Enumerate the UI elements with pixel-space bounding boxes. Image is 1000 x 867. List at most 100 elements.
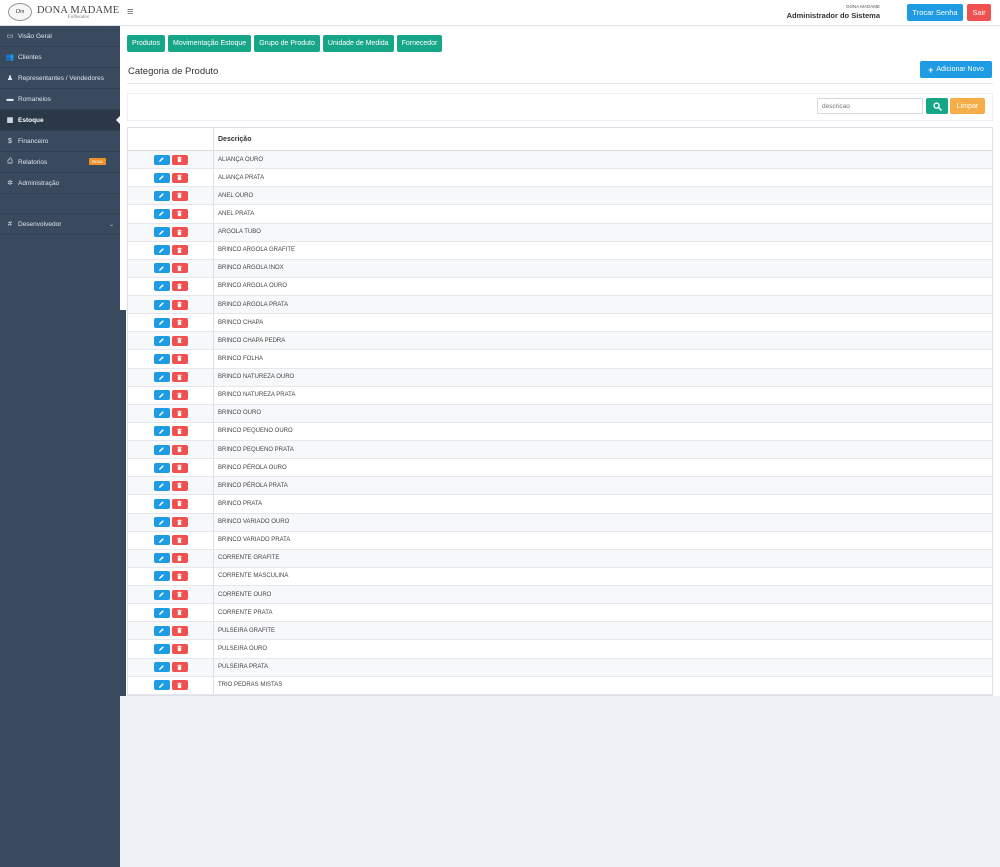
delete-button[interactable] [171, 317, 188, 328]
trash-icon [177, 573, 182, 580]
edit-button[interactable] [153, 607, 170, 618]
delete-button[interactable] [171, 517, 188, 528]
row-actions [128, 459, 214, 477]
delete-button[interactable] [171, 372, 188, 383]
description-column-header[interactable]: Descrição [214, 128, 992, 150]
edit-button[interactable] [153, 444, 170, 455]
edit-button[interactable] [153, 535, 170, 546]
sidebar-item-estoque[interactable]: ▦ Estoque [0, 110, 120, 131]
edit-button[interactable] [153, 172, 170, 183]
edit-button[interactable] [153, 299, 170, 310]
delete-button[interactable] [171, 208, 188, 219]
table-row: ALIANÇA OURO [128, 151, 992, 170]
edit-button[interactable] [153, 390, 170, 401]
edit-button[interactable] [153, 372, 170, 383]
edit-button[interactable] [153, 643, 170, 654]
delete-button[interactable] [171, 172, 188, 183]
row-description: BRINCO FOLHA [218, 355, 264, 362]
delete-button[interactable] [171, 281, 188, 292]
edit-button[interactable] [153, 480, 170, 491]
sidebar-item-administracao[interactable]: ✲ Administração [0, 173, 120, 194]
row-description: BRINCO PRATA [218, 500, 263, 507]
pencil-icon [159, 302, 164, 308]
delete-button[interactable] [171, 408, 188, 419]
edit-button[interactable] [153, 245, 170, 256]
edit-button[interactable] [153, 353, 170, 364]
edit-button[interactable] [153, 462, 170, 473]
pencil-icon [159, 628, 164, 634]
edit-button[interactable] [153, 408, 170, 419]
tab-unidade-de-medida[interactable]: Unidade de Medida [322, 35, 394, 52]
edit-button[interactable] [153, 154, 170, 165]
delete-button[interactable] [171, 607, 188, 618]
edit-button[interactable] [153, 498, 170, 509]
row-actions [128, 259, 214, 277]
edit-button[interactable] [153, 662, 170, 673]
edit-button[interactable] [153, 680, 170, 691]
sidebar-item-visao-geral[interactable]: ▭ Visão Geral [0, 26, 120, 47]
edit-button[interactable] [153, 553, 170, 564]
edit-button[interactable] [153, 517, 170, 528]
delete-button[interactable] [171, 426, 188, 437]
tab-fornecedor[interactable]: Fornecedor [396, 35, 443, 52]
delete-button[interactable] [171, 625, 188, 636]
tab-produtos[interactable]: Produtos [127, 35, 166, 52]
delete-button[interactable] [171, 335, 188, 346]
row-description: BRINCO CHAPA PEDRA [218, 337, 286, 344]
delete-button[interactable] [171, 299, 188, 310]
edit-button[interactable] [153, 335, 170, 346]
pencil-icon [159, 447, 164, 453]
trash-icon [177, 519, 182, 525]
edit-button[interactable] [153, 263, 170, 274]
delete-button[interactable] [171, 462, 188, 473]
delete-button[interactable] [171, 190, 188, 201]
row-description: BRINCO ARGOLA INOX [218, 265, 284, 272]
row-actions [128, 422, 214, 440]
delete-button[interactable] [171, 535, 188, 546]
delete-button[interactable] [171, 390, 188, 401]
search-button[interactable] [926, 98, 948, 114]
edit-button[interactable] [153, 190, 170, 201]
pencil-icon [159, 465, 164, 471]
tab-grupo-de-produto[interactable]: Grupo de Produto [254, 35, 320, 52]
change-password-button[interactable]: Trocar Senha [907, 4, 963, 21]
edit-button[interactable] [153, 625, 170, 636]
table-row: PULSEIRA OURO [128, 640, 992, 659]
sidebar-item-financeiro[interactable]: $ Financeiro [0, 131, 120, 152]
delete-button[interactable] [171, 227, 188, 238]
delete-button[interactable] [171, 353, 188, 364]
sidebar-item-desenvolvedor[interactable]: # Desenvolvedor ⌄ [0, 214, 120, 235]
delete-button[interactable] [171, 571, 188, 582]
edit-button[interactable] [153, 589, 170, 600]
edit-button[interactable] [153, 426, 170, 437]
edit-button[interactable] [153, 281, 170, 292]
sidebar-item-representantes[interactable]: ♟ Representantes / Vendedores [0, 68, 120, 89]
delete-button[interactable] [171, 498, 188, 509]
delete-button[interactable] [171, 480, 188, 491]
delete-button[interactable] [171, 245, 188, 256]
sidebar-item-relatorios[interactable]: ⎙ Relatorios Novo [0, 152, 120, 173]
delete-button[interactable] [171, 680, 188, 691]
clear-button[interactable]: Limpar [950, 98, 985, 114]
sidebar-item-romaneios[interactable]: ▬ Romaneios [0, 89, 120, 110]
logout-button[interactable]: Sair [967, 4, 991, 21]
trash-icon [177, 156, 182, 163]
delete-button[interactable] [171, 154, 188, 165]
delete-button[interactable] [171, 553, 188, 564]
brand-logo[interactable]: Dm DONA MADAME Folheados [8, 3, 119, 21]
delete-button[interactable] [171, 263, 188, 274]
row-actions [128, 368, 214, 386]
edit-button[interactable] [153, 208, 170, 219]
delete-button[interactable] [171, 589, 188, 600]
delete-button[interactable] [171, 643, 188, 654]
tab-movimentacao-estoque[interactable]: Movimentação Estoque [168, 35, 252, 52]
delete-button[interactable] [171, 662, 188, 673]
sidebar-item-clientes[interactable]: 👥 Clientes [0, 47, 120, 68]
edit-button[interactable] [153, 571, 170, 582]
delete-button[interactable] [171, 444, 188, 455]
edit-button[interactable] [153, 317, 170, 328]
search-input[interactable] [817, 98, 923, 114]
edit-button[interactable] [153, 227, 170, 238]
menu-toggle-icon[interactable]: ≡ [127, 6, 133, 18]
add-new-button[interactable]: + Adicionar Novo [920, 61, 992, 78]
